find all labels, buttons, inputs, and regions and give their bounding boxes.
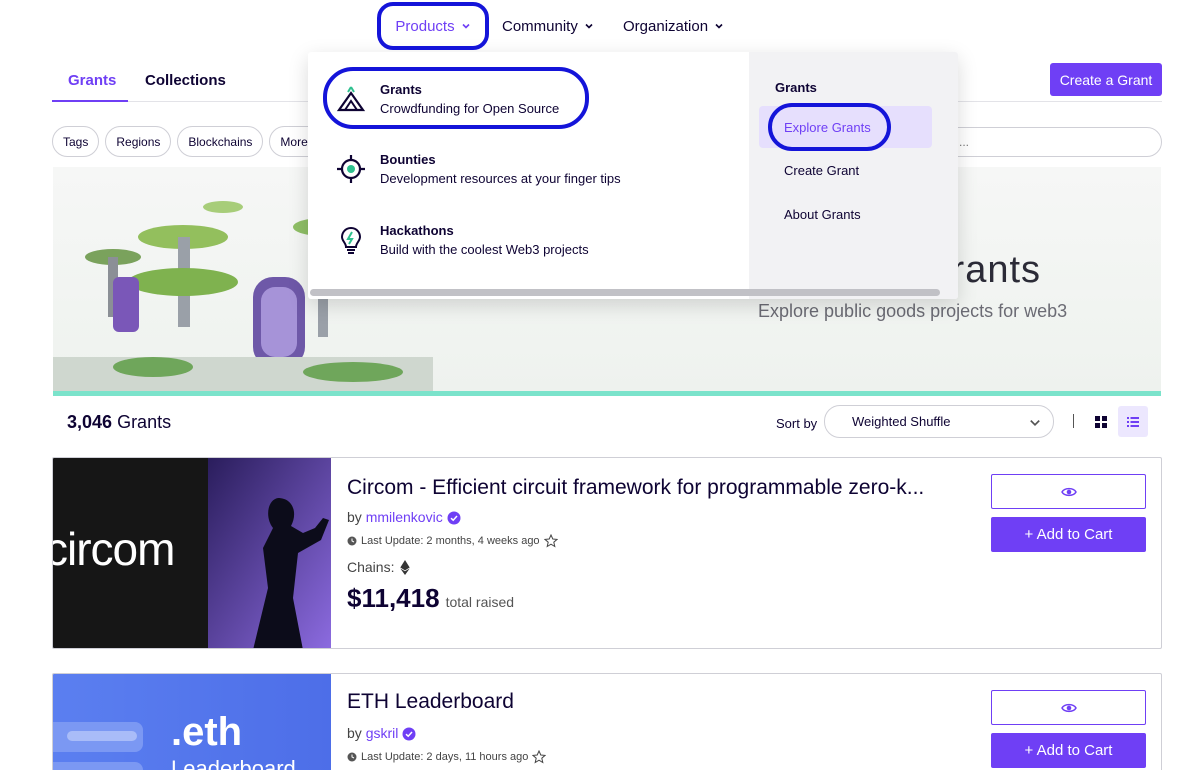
watch-button[interactable] [991,690,1146,725]
products-dropdown: Grants Crowdfunding for Open Source Boun… [308,52,958,299]
dropdown-item-desc: Build with the coolest Web3 projects [380,242,589,257]
grants-icon [336,86,366,112]
active-tab-underline [52,100,128,102]
amount-raised: $11,418 total raised [347,583,514,614]
star-icon[interactable] [543,534,558,548]
thumbnail-text: circom [53,523,175,575]
sort-select-value: Weighted Shuffle [852,414,951,429]
star-icon[interactable] [532,750,547,764]
grants-count: 3,046 Grants [67,412,171,433]
sort-label: Sort by [776,416,818,431]
last-update-text: Last Update: 2 months, 4 weeks ago [361,535,540,547]
add-to-cart-button[interactable]: + Add to Cart [991,517,1146,552]
last-update: Last Update: 2 months, 4 weeks ago [347,534,558,548]
grant-card[interactable]: circom Circom - Efficient circuit framew… [52,457,1162,649]
dropdown-item-desc: Development resources at your finger tip… [380,171,621,186]
add-to-cart-button[interactable]: + Add to Cart [991,733,1146,768]
grid-view-button[interactable] [1086,406,1116,437]
eye-icon [1060,703,1077,712]
hackathons-icon [340,226,362,254]
grant-author: by gskril [347,725,416,741]
top-nav: Products Community Organization [0,0,1194,52]
dropdown-item-desc: Crowdfunding for Open Source [380,101,560,116]
thumbnail-subtext: Leaderboard [171,756,296,770]
dropdown-scrollbar[interactable] [310,289,940,296]
nav-organization[interactable]: Organization [623,0,724,52]
nav-community-label: Community [502,17,578,35]
grant-title[interactable]: ETH Leaderboard [347,690,514,714]
view-divider [1073,414,1074,428]
author-link[interactable]: mmilenkovic [366,509,443,525]
last-update-text: Last Update: 2 days, 11 hours ago [361,751,529,763]
submenu-about-grants[interactable]: About Grants [784,207,861,222]
nav-products-label: Products [395,17,455,35]
clock-icon [347,752,357,762]
grant-title[interactable]: Circom - Efficient circuit framework for… [347,476,924,500]
nav-community[interactable]: Community [502,0,594,52]
grant-chains: Chains: [347,559,411,575]
create-grant-button[interactable]: Create a Grant [1050,63,1162,96]
filter-blockchains[interactable]: Blockchains [177,126,264,157]
by-label: by [347,725,362,741]
grant-author: by mmilenkovic [347,509,461,525]
dropdown-item-bounties[interactable]: Bounties Development resources at your f… [336,152,621,186]
author-link[interactable]: gskril [366,725,399,741]
chevron-down-icon [1030,420,1040,426]
dropdown-item-title: Hackathons [380,223,454,238]
eye-icon [1060,487,1077,496]
submenu-create-grant[interactable]: Create Grant [784,163,859,178]
dropdown-item-grants[interactable]: Grants Crowdfunding for Open Source [336,82,559,116]
bounties-icon [337,155,365,183]
grid-icon [1095,415,1107,428]
watch-button[interactable] [991,474,1146,509]
clock-icon [347,536,357,546]
submenu-heading: Grants [775,80,817,95]
amount-raised-value: $11,418 [347,583,440,613]
dropdown-item-hackathons[interactable]: Hackathons Build with the coolest Web3 p… [336,223,589,257]
verified-badge-icon [447,511,461,525]
chevron-down-icon [715,23,723,29]
last-update: Last Update: 2 days, 11 hours ago [347,750,547,764]
filter-tags[interactable]: Tags [52,126,100,157]
sort-select[interactable]: Weighted Shuffle [824,405,1054,438]
chevron-down-icon [462,23,470,29]
list-icon [1127,416,1139,427]
banner-subtitle: Explore public goods projects for web3 [758,301,1068,321]
amount-raised-label: total raised [445,594,515,610]
ethereum-icon [400,559,411,575]
by-label: by [347,509,362,525]
tab-grants[interactable]: Grants [68,72,116,89]
verified-badge-icon [402,727,416,741]
grants-count-number: 3,046 [67,412,113,432]
grant-card[interactable]: .eth Leaderboard ETH Leaderboard by gskr… [52,673,1162,770]
submenu-explore-grants[interactable]: Explore Grants [759,106,932,148]
dropdown-submenu: Grants Explore Grants Create Grant About… [749,52,958,299]
chains-label: Chains: [347,559,395,575]
thumbnail-text: .eth [171,710,243,754]
nav-organization-label: Organization [623,17,709,35]
list-view-button[interactable] [1118,406,1148,437]
grant-thumbnail: .eth Leaderboard [53,674,331,770]
dropdown-item-title: Grants [380,82,422,97]
grant-thumbnail: circom [53,458,331,648]
chevron-down-icon [585,23,593,29]
banner-stripe [53,391,1161,396]
filter-regions[interactable]: Regions [105,126,172,157]
grants-count-label: Grants [117,412,172,432]
dropdown-item-title: Bounties [380,152,436,167]
nav-products[interactable]: Products [378,0,488,52]
tab-collections[interactable]: Collections [145,72,226,89]
